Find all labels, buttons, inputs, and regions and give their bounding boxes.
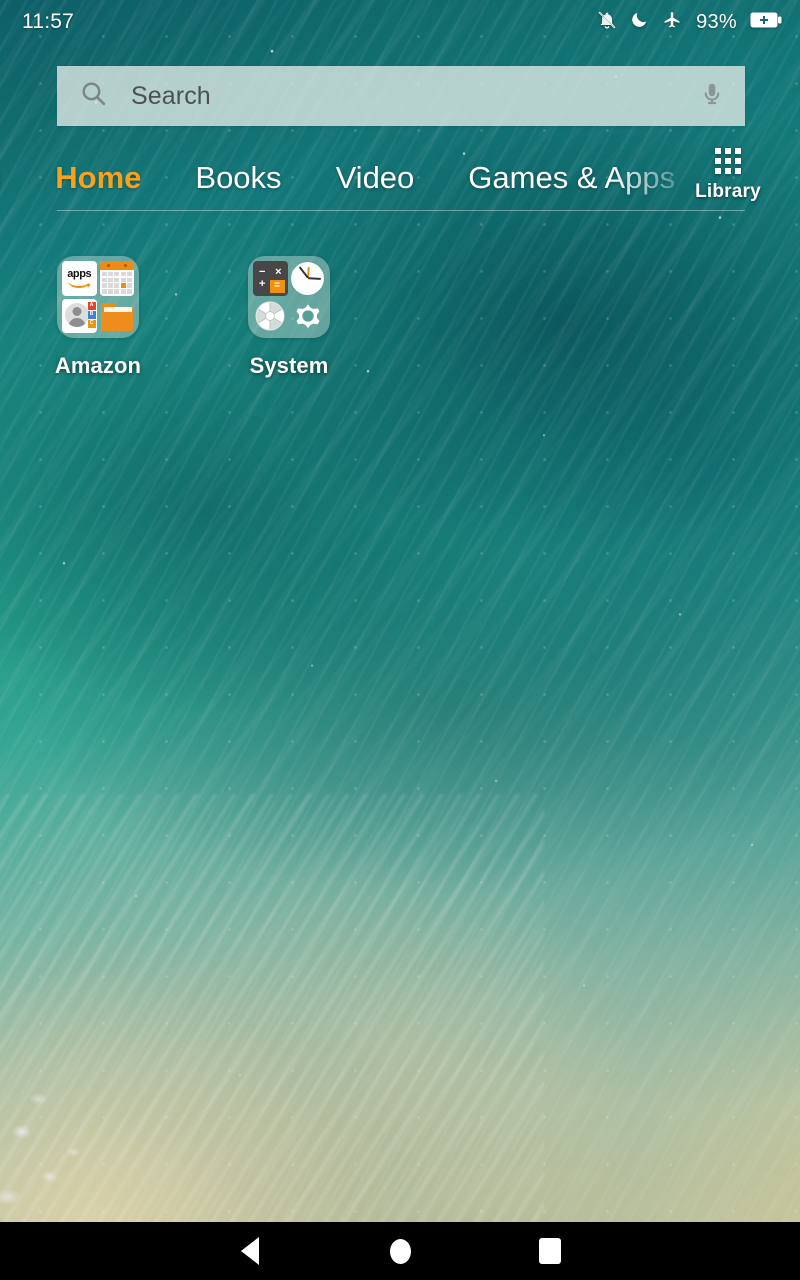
camera-icon [253,299,288,334]
status-bar[interactable]: 11:57 93% [0,0,800,44]
recents-button[interactable] [475,1222,625,1280]
tab-home[interactable]: Home [28,160,168,196]
folder-amazon-label: Amazon [55,353,141,379]
tab-games-and-apps[interactable]: Games & Apps [441,160,702,196]
nav-tab-row: u Home Books Video Games & Apps Library [0,146,800,210]
folder-system-tile[interactable]: − × + = [248,256,330,338]
library-button[interactable]: Library [682,142,774,208]
folder-system-label: System [250,353,329,379]
do-not-disturb-moon-icon [630,10,649,34]
search-icon [79,79,108,113]
notifications-off-icon [597,10,617,35]
calendar-icon [100,261,135,296]
home-button[interactable] [325,1222,475,1280]
amazon-appstore-icon: apps [62,261,97,296]
nav-tabs-scroller[interactable]: u Home Books Video Games & Apps [0,146,800,210]
calculator-icon: − × + = [253,261,288,296]
search-bar[interactable]: Search [57,66,745,126]
search-input[interactable]: Search [131,82,699,111]
library-label: Library [695,181,761,203]
home-folder-grid: apps A B C [38,256,778,379]
contacts-icon: A B C [62,299,97,334]
tab-video[interactable]: Video [309,160,442,196]
airplane-mode-icon [662,10,682,35]
clock-icon [291,261,326,296]
settings-gear-icon [291,299,326,334]
folder-system[interactable]: − × + = [229,256,349,379]
battery-charging-icon [750,11,782,34]
recents-square-icon [539,1238,561,1264]
status-icons: 93% [597,10,782,35]
nav-divider [57,210,745,211]
back-triangle-icon [241,1237,259,1265]
folder-amazon-tile[interactable]: apps A B C [57,256,139,338]
files-icon [100,299,135,334]
home-circle-icon [390,1239,411,1264]
back-button[interactable] [175,1222,325,1280]
system-nav-bar [0,1222,800,1280]
tab-books[interactable]: Books [168,160,308,196]
microphone-icon[interactable] [699,80,725,113]
battery-percent-label: 93% [696,11,737,34]
status-clock: 11:57 [22,10,74,34]
folder-amazon[interactable]: apps A B C [38,256,158,379]
app-grid-icon [715,148,741,174]
tab-for-you[interactable]: u [0,160,28,196]
